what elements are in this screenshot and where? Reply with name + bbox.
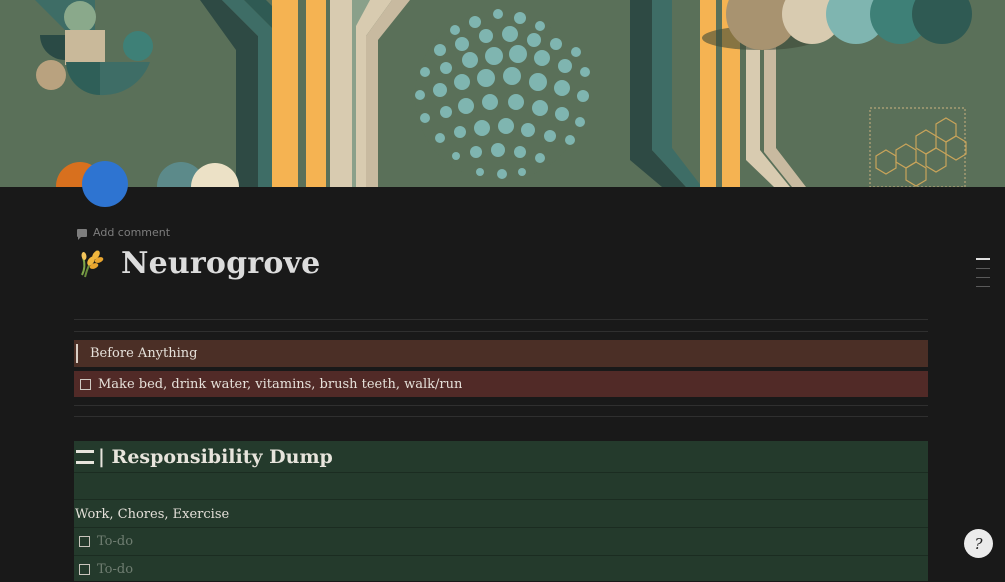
toc-item[interactable] <box>976 277 990 278</box>
todo-text[interactable]: Make bed, drink water, vitamins, brush t… <box>98 377 462 392</box>
before-anything-callout[interactable]: Before Anything <box>74 340 928 367</box>
add-comment-button[interactable]: Add comment <box>77 226 171 240</box>
todo-checkbox[interactable] <box>80 378 91 390</box>
todo-placeholder[interactable]: To-do <box>97 562 133 577</box>
divider <box>74 472 928 473</box>
comment-icon <box>77 228 87 240</box>
todo-checkbox[interactable] <box>79 535 90 547</box>
todo-item[interactable]: To-do <box>74 528 928 554</box>
avatar[interactable] <box>82 161 128 207</box>
toc-item[interactable] <box>976 286 990 287</box>
todo-item[interactable]: To-do <box>74 556 928 582</box>
add-comment-label: Add comment <box>93 226 171 239</box>
quote-bar <box>76 344 78 363</box>
divider <box>74 405 928 406</box>
divider <box>74 416 928 417</box>
divider <box>74 331 928 332</box>
morning-todo-item[interactable]: Make bed, drink water, vitamins, brush t… <box>74 371 928 397</box>
page-icon[interactable] <box>77 247 107 281</box>
responsibility-heading[interactable]: | Responsibility Dump <box>74 441 928 472</box>
menu-icon <box>76 449 94 464</box>
toc-item[interactable] <box>976 268 990 269</box>
cover-image[interactable] <box>0 0 1005 187</box>
table-of-contents[interactable] <box>976 258 990 295</box>
page-title[interactable]: Neurogrove <box>121 246 320 281</box>
wheat-icon <box>81 249 104 277</box>
page-header: Neurogrove <box>77 246 320 281</box>
todo-checkbox[interactable] <box>79 563 90 575</box>
toc-item[interactable] <box>976 258 990 260</box>
heading-text: | Responsibility Dump <box>98 445 333 468</box>
callout-text: Before Anything <box>90 346 198 361</box>
responsibility-subheading[interactable]: Work, Chores, Exercise <box>74 501 928 527</box>
divider <box>74 499 928 500</box>
divider <box>74 319 928 320</box>
help-icon: ? <box>974 534 983 553</box>
todo-placeholder[interactable]: To-do <box>97 534 133 549</box>
help-button[interactable]: ? <box>964 529 993 558</box>
